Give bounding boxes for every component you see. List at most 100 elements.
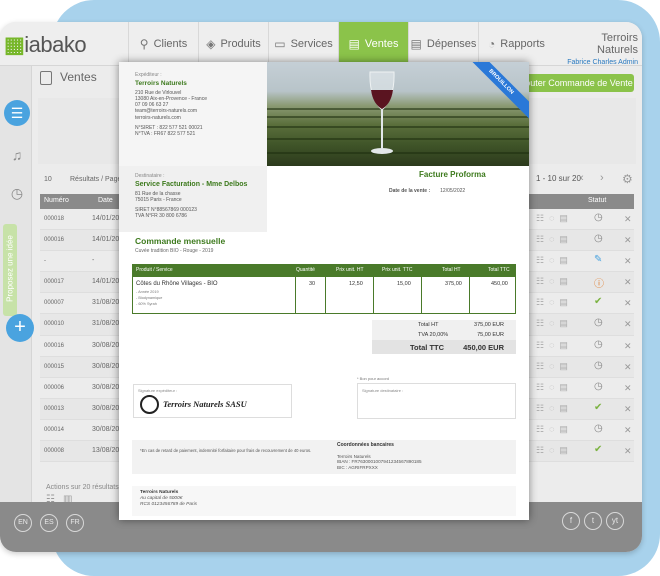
facebook-icon[interactable]: f xyxy=(562,512,580,530)
seller-signature: Signature expéditeur : Terroirs Naturels… xyxy=(133,384,292,418)
per-page-label: Résultats / Page xyxy=(70,176,122,183)
recipient-block: Destinataire : Service Facturation - Mme… xyxy=(119,166,267,232)
invoice-title: Facture Proforma xyxy=(419,170,486,179)
row-actions[interactable]: ☷◌▤ xyxy=(536,361,573,372)
seller-name: Terroirs Naturels xyxy=(135,80,187,88)
delete-icon[interactable]: ✕ xyxy=(624,256,632,267)
tag-icon: ◈ xyxy=(206,37,216,51)
delete-icon[interactable]: ✕ xyxy=(624,319,632,330)
col-date[interactable]: Date xyxy=(98,197,113,204)
row-date: - xyxy=(92,257,95,265)
check-icon: ✔ xyxy=(594,444,603,456)
row-actions[interactable]: ☷◌▤ xyxy=(536,234,573,245)
delete-icon[interactable]: ✕ xyxy=(624,425,632,436)
clock-icon: ◷ xyxy=(594,422,603,434)
clock-icon: ◷ xyxy=(594,317,603,329)
feedback-tab[interactable]: Proposez une idée xyxy=(3,224,17,316)
row-date: 14/01/20 xyxy=(92,278,120,286)
lang-en[interactable]: EN xyxy=(14,514,32,532)
account-company: Terroirs Naturels xyxy=(597,32,638,56)
row-actions[interactable]: ☷◌▤ xyxy=(536,403,573,414)
delete-icon[interactable]: ✕ xyxy=(624,235,632,246)
check-icon: ✔ xyxy=(594,401,603,413)
company-stamp: Terroirs Naturels SASU xyxy=(163,399,247,409)
approval-label: * Bon pour accord xyxy=(357,376,390,381)
row-actions[interactable]: ☷◌▤ xyxy=(536,340,573,351)
next-page-icon[interactable]: › xyxy=(600,172,604,184)
col-status[interactable]: Statut xyxy=(588,197,606,204)
delete-icon[interactable]: ✕ xyxy=(624,362,632,373)
recipient-signature: Signature destinataire : xyxy=(357,383,516,419)
nav-rapports[interactable]: ◔ Rapports xyxy=(478,22,554,66)
row-number: 000014 xyxy=(44,426,65,433)
row-date: 31/08/20 xyxy=(92,299,120,307)
row-actions[interactable]: ☷◌▤ xyxy=(536,213,573,224)
delete-icon[interactable]: ✕ xyxy=(624,277,632,288)
row-number: - xyxy=(44,258,46,265)
row-number: 000017 xyxy=(44,279,65,286)
company-footer: Terroirs Naturels Au capital de 5000€ RC… xyxy=(132,486,516,516)
row-date: 31/08/20 xyxy=(92,320,120,328)
clock-icon: ◷ xyxy=(594,359,603,371)
history-icon[interactable]: ◷ xyxy=(4,180,30,206)
row-date: 30/08/20 xyxy=(92,404,120,412)
nav-ventes[interactable]: ▤ Ventes xyxy=(338,22,408,66)
recipient-name: Service Facturation - Mme Delbos xyxy=(135,181,248,189)
row-actions[interactable]: ☷◌▤ xyxy=(536,445,573,456)
prev-page-icon[interactable]: ‹ xyxy=(580,172,584,184)
bell-icon[interactable]: ♫ xyxy=(4,142,30,168)
clock-icon: ◷ xyxy=(594,212,603,223)
bank-details: Coordonnées bancaires Terroirs Naturels … xyxy=(329,440,516,474)
row-actions[interactable]: ☷◌▤ xyxy=(536,318,573,329)
youtube-icon[interactable]: yt xyxy=(606,512,624,530)
gear-icon[interactable]: ⚙ xyxy=(622,172,633,186)
nav-produits[interactable]: ◈ Produits xyxy=(198,22,268,66)
per-page-select[interactable]: 10 xyxy=(44,176,52,183)
twitter-icon[interactable]: t xyxy=(584,512,602,530)
items-header: Produit / Service Quantité Prix unit. HT… xyxy=(132,264,516,276)
delete-icon[interactable]: ✕ xyxy=(624,404,632,415)
nav-depenses[interactable]: ▤ Dépenses xyxy=(408,22,478,66)
row-date: 30/08/20 xyxy=(92,362,120,370)
clock-icon: ◷ xyxy=(594,233,603,245)
row-actions[interactable]: ☷◌▤ xyxy=(536,255,573,266)
alert-icon: ⓘ xyxy=(594,279,604,291)
row-date: 30/08/20 xyxy=(92,383,120,391)
row-number: 000013 xyxy=(44,405,65,412)
bulk-actions-label: Actions sur 20 résultats xyxy=(46,484,119,491)
account-menu[interactable]: Terroirs Naturels Fabrice Charles Admin xyxy=(560,32,638,66)
nav-services[interactable]: ▭ Services xyxy=(268,22,338,66)
receipt-icon: ▤ xyxy=(348,37,360,51)
menu-icon[interactable]: ☰ xyxy=(4,100,30,126)
invoice-preview-modal: Expéditeur : Terroirs Naturels 210 Rue d… xyxy=(119,62,529,520)
delete-icon[interactable]: ✕ xyxy=(624,446,632,457)
account-user: Fabrice Charles Admin xyxy=(567,59,638,66)
row-actions[interactable]: ☷◌▤ xyxy=(536,276,573,287)
row-actions[interactable]: ☷◌▤ xyxy=(536,424,573,435)
clock-icon: ◷ xyxy=(594,380,603,392)
row-number: 000007 xyxy=(44,300,65,307)
row-actions[interactable]: ☷◌▤ xyxy=(536,297,573,308)
invoice-item-row: Côtes du Rhône Villages - BIO - Année 20… xyxy=(132,276,516,314)
row-date: 14/01/20 xyxy=(92,236,120,244)
lang-es[interactable]: ES xyxy=(40,514,58,532)
row-number: 000015 xyxy=(44,363,65,370)
delete-icon[interactable]: ✕ xyxy=(624,383,632,394)
delete-icon[interactable]: ✕ xyxy=(624,298,632,309)
add-fab-button[interactable]: + xyxy=(6,314,34,342)
lang-fr[interactable]: FR xyxy=(66,514,84,532)
row-date: 30/08/20 xyxy=(92,341,120,349)
vineyard-image: BROUILLON xyxy=(267,62,529,166)
row-number: 000008 xyxy=(44,448,65,455)
delete-icon[interactable]: ✕ xyxy=(624,341,632,352)
add-sale-button[interactable]: Ajouter Commande de Vente xyxy=(516,74,634,92)
row-number: 000016 xyxy=(44,237,65,244)
delete-icon[interactable]: ✕ xyxy=(624,214,632,225)
nav-clients[interactable]: ⚲ Clients xyxy=(128,22,198,66)
row-actions[interactable]: ☷◌▤ xyxy=(536,382,573,393)
sidebar: ☰ ♫ ◷ Proposez une idée xyxy=(0,66,32,502)
col-number[interactable]: Numéro xyxy=(44,197,69,204)
document-icon: ▤ xyxy=(410,37,422,51)
order-subtitle: Cuvée tradition BIO - Rouge - 2019 xyxy=(135,248,214,254)
late-payment-notice: *En cas de retard de paiement, indemnité… xyxy=(132,440,329,474)
